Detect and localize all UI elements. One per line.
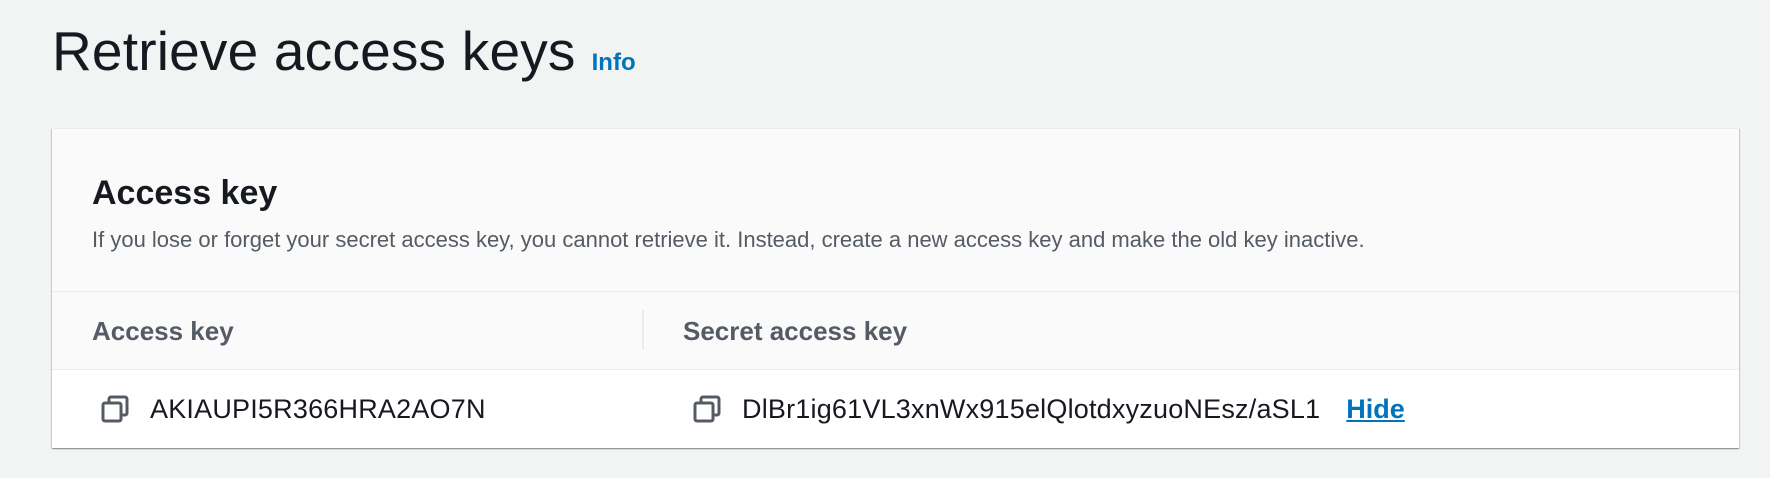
copy-icon[interactable] (100, 394, 130, 424)
hide-secret-link[interactable]: Hide (1346, 394, 1405, 425)
page-header: Retrieve access keys Info (52, 18, 636, 84)
column-header-secret-access-key: Secret access key (683, 316, 908, 346)
secret-access-key-value: DlBr1ig61VL3xnWx915elQlotdxyzuoNEsz/aSL1 (742, 393, 1321, 424)
column-header-access-key: Access key (92, 316, 234, 346)
copy-icon[interactable] (692, 394, 722, 424)
secret-access-key-cell: DlBr1ig61VL3xnWx915elQlotdxyzuoNEsz/aSL1… (692, 370, 1405, 448)
table-header: Access key Secret access key (52, 292, 1739, 370)
access-key-cell: AKIAUPI5R366HRA2AO7N (100, 370, 486, 448)
page-title: Retrieve access keys (52, 20, 576, 82)
table-row: AKIAUPI5R366HRA2AO7N DlBr1ig61VL3xnWx915… (52, 370, 1739, 448)
info-link[interactable]: Info (592, 49, 636, 77)
access-key-container: Access key If you lose or forget your se… (52, 128, 1739, 448)
access-key-value: AKIAUPI5R366HRA2AO7N (150, 393, 486, 424)
container-header: Access key If you lose or forget your se… (52, 129, 1739, 292)
column-divider[interactable] (642, 310, 644, 350)
retrieve-access-keys-page: Retrieve access keys Info Access key If … (0, 0, 1770, 478)
container-description: If you lose or forget your secret access… (92, 227, 1365, 252)
container-title: Access key (92, 174, 278, 212)
